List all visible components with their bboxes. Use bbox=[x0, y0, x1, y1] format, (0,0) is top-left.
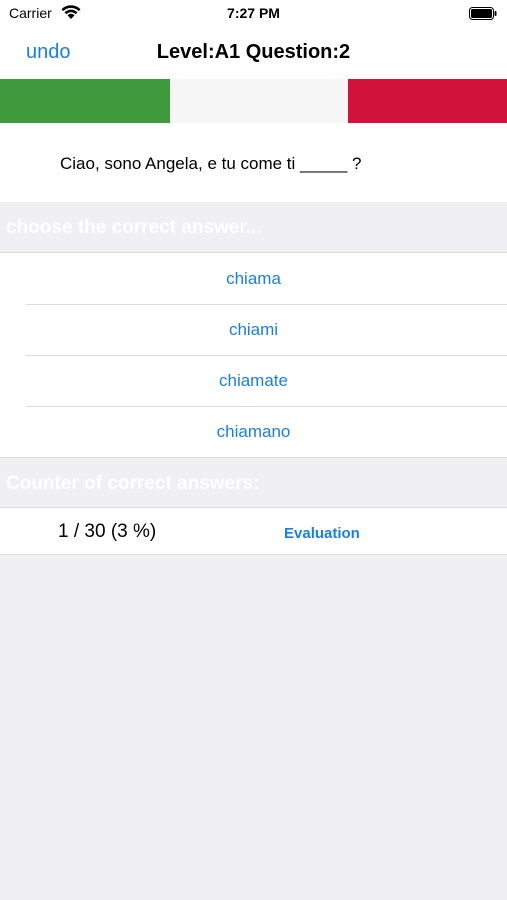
flag-stripe-red bbox=[348, 79, 507, 123]
answer-option-chiami[interactable]: chiami bbox=[0, 304, 507, 355]
correct-answers-counter: 1 / 30 (3 %) bbox=[58, 521, 157, 542]
question-card: Ciao, sono Angela, e tu come ti _____ ? bbox=[0, 123, 507, 202]
flag-stripe-green bbox=[0, 79, 170, 123]
answer-option-chiamano[interactable]: chiamano bbox=[0, 406, 507, 457]
navigation-bar: undo Level:A1 Question:2 bbox=[0, 28, 507, 79]
choose-answer-header: choose the correct answer... bbox=[6, 217, 262, 238]
battery-icon bbox=[469, 7, 497, 20]
answer-option-chiama[interactable]: chiama bbox=[0, 253, 507, 304]
answer-option-chiamate[interactable]: chiamate bbox=[0, 355, 507, 406]
flag-stripe-white bbox=[170, 79, 348, 123]
italian-flag-banner bbox=[0, 79, 507, 123]
answer-list: chiama chiami chiamate chiamano bbox=[0, 252, 507, 458]
status-time: 7:27 PM bbox=[227, 5, 280, 21]
status-bar: Carrier 7:27 PM bbox=[0, 0, 507, 28]
counter-header: Counter of correct answers: bbox=[6, 473, 260, 494]
page-title: Level:A1 Question:2 bbox=[156, 41, 351, 63]
counter-card: 1 / 30 (3 %) Evaluation bbox=[0, 507, 507, 555]
evaluation-button[interactable]: Evaluation bbox=[284, 525, 360, 542]
question-text: Ciao, sono Angela, e tu come ti _____ ? bbox=[60, 154, 362, 173]
